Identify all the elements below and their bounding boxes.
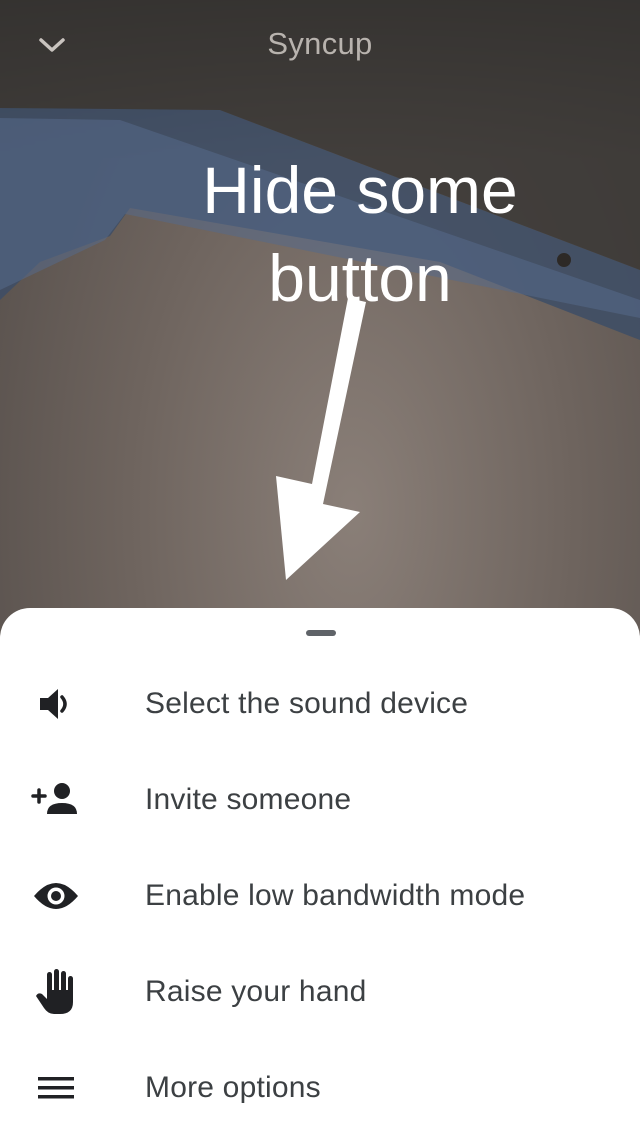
hand-icon	[30, 966, 82, 1018]
top-bar: Syncup	[0, 0, 640, 90]
menu-item-more-options[interactable]: More options	[0, 1040, 640, 1136]
menu-item-invite[interactable]: Invite someone	[0, 752, 640, 848]
menu-item-label: Raise your hand	[145, 975, 367, 1008]
options-menu: Select the sound device Invite someone E…	[0, 656, 640, 1136]
menu-item-sound-device[interactable]: Select the sound device	[0, 656, 640, 752]
sheet-drag-handle[interactable]	[306, 630, 336, 636]
menu-icon	[30, 1062, 82, 1114]
call-screen: Syncup Hide some button Select the sound…	[0, 0, 640, 1136]
menu-item-label: Enable low bandwidth mode	[145, 879, 526, 912]
eye-icon	[30, 870, 82, 922]
menu-item-label: Invite someone	[145, 783, 352, 816]
speaker-icon	[30, 678, 82, 730]
menu-item-low-bandwidth[interactable]: Enable low bandwidth mode	[0, 848, 640, 944]
menu-item-raise-hand[interactable]: Raise your hand	[0, 944, 640, 1040]
add-person-icon	[30, 774, 82, 826]
menu-item-label: Select the sound device	[145, 687, 469, 720]
bottom-sheet: Select the sound device Invite someone E…	[0, 608, 640, 1136]
annotation-arrow	[276, 298, 366, 580]
call-title: Syncup	[267, 26, 373, 61]
annotation-line-1: Hide some	[202, 153, 518, 227]
menu-item-label: More options	[145, 1071, 321, 1104]
